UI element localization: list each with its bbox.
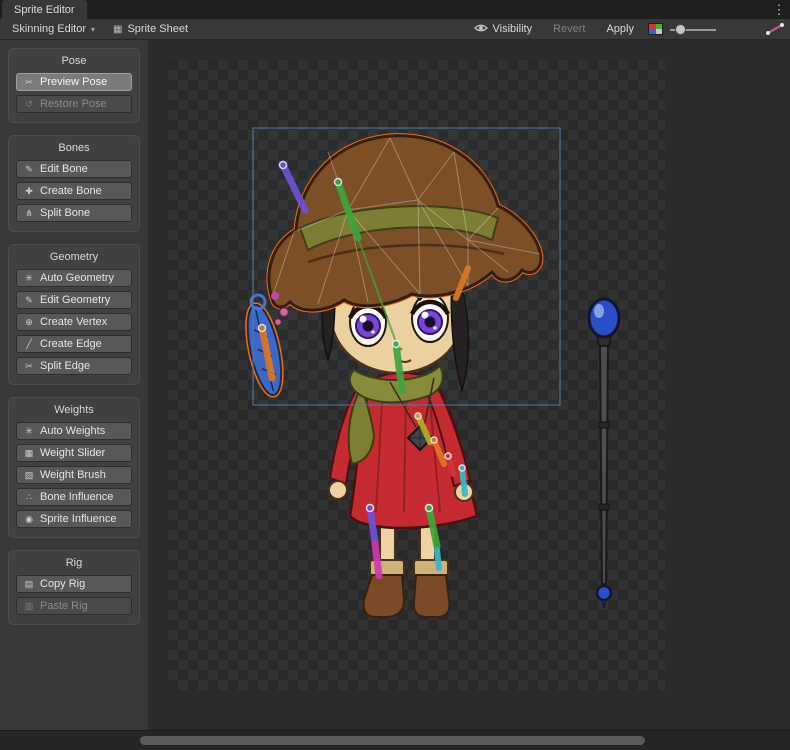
create-edge-icon: ╱ bbox=[23, 339, 35, 350]
restore-pose-label: Restore Pose bbox=[40, 98, 107, 110]
mode-dropdown-label: Skinning Editor bbox=[12, 23, 86, 35]
create-bone-icon: ✚ bbox=[23, 186, 35, 197]
preview-pose-icon: ✂ bbox=[23, 77, 35, 88]
preview-pose-label: Preview Pose bbox=[40, 76, 107, 88]
edit-geometry-icon: ✎ bbox=[23, 295, 35, 306]
split-bone-icon: ⋔ bbox=[23, 208, 35, 219]
horizontal-scrollbar-thumb[interactable] bbox=[140, 736, 645, 745]
auto-weights-button[interactable]: ✳ Auto Weights bbox=[16, 422, 132, 440]
apply-button[interactable]: Apply bbox=[599, 21, 641, 38]
bone-influence-icon: ∴ bbox=[23, 492, 35, 503]
split-edge-icon: ✂ bbox=[23, 361, 35, 372]
horizontal-scrollbar[interactable] bbox=[0, 730, 790, 750]
bones-panel-title: Bones bbox=[16, 141, 132, 156]
slider-knob[interactable] bbox=[675, 24, 686, 35]
toolbar: Skinning Editor ▾ ▦ Sprite Sheet Visibil… bbox=[0, 19, 790, 40]
weight-brush-button[interactable]: ▨ Weight Brush bbox=[16, 466, 132, 484]
chevron-down-icon: ▾ bbox=[91, 25, 95, 34]
split-edge-button[interactable]: ✂ Split Edge bbox=[16, 357, 132, 375]
split-bone-button[interactable]: ⋔ Split Bone bbox=[16, 204, 132, 222]
sprite-influence-label: Sprite Influence bbox=[40, 513, 116, 525]
split-bone-label: Split Bone bbox=[40, 207, 90, 219]
edit-bone-button[interactable]: ✎ Edit Bone bbox=[16, 160, 132, 178]
pose-panel-title: Pose bbox=[16, 54, 132, 69]
apply-label: Apply bbox=[606, 23, 634, 35]
create-bone-label: Create Bone bbox=[40, 185, 102, 197]
rig-panel: Rig ▤ Copy Rig ▥ Paste Rig bbox=[8, 550, 140, 625]
auto-geometry-button[interactable]: ✳ Auto Geometry bbox=[16, 269, 132, 287]
selection-box bbox=[253, 128, 560, 405]
sprite-sheet-icon: ▦ bbox=[113, 24, 122, 35]
bone-influence-label: Bone Influence bbox=[40, 491, 113, 503]
sprite-influence-icon: ◉ bbox=[23, 514, 35, 525]
create-bone-button[interactable]: ✚ Create Bone bbox=[16, 182, 132, 200]
sprite-canvas[interactable] bbox=[148, 40, 790, 730]
restore-pose-button[interactable]: ↺ Restore Pose bbox=[16, 95, 132, 113]
copy-rig-button[interactable]: ▤ Copy Rig bbox=[16, 575, 132, 593]
edit-geometry-button[interactable]: ✎ Edit Geometry bbox=[16, 291, 132, 309]
auto-weights-icon: ✳ bbox=[23, 426, 35, 437]
paste-rig-label: Paste Rig bbox=[40, 600, 88, 612]
scene-svg bbox=[168, 60, 665, 690]
create-vertex-icon: ⊕ bbox=[23, 317, 35, 328]
mode-dropdown[interactable]: Skinning Editor ▾ bbox=[5, 21, 102, 38]
create-vertex-button[interactable]: ⊕ Create Vertex bbox=[16, 313, 132, 331]
weight-slider-button[interactable]: ▦ Weight Slider bbox=[16, 444, 132, 462]
create-edge-button[interactable]: ╱ Create Edge bbox=[16, 335, 132, 353]
staff-sprite[interactable] bbox=[589, 299, 619, 608]
edit-geometry-label: Edit Geometry bbox=[40, 294, 110, 306]
weights-panel: Weights ✳ Auto Weights ▦ Weight Slider ▨… bbox=[8, 397, 140, 538]
eye-icon bbox=[474, 23, 488, 36]
create-vertex-label: Create Vertex bbox=[40, 316, 107, 328]
auto-weights-label: Auto Weights bbox=[40, 425, 105, 437]
paste-rig-button[interactable]: ▥ Paste Rig bbox=[16, 597, 132, 615]
tab-sprite-editor-label: Sprite Editor bbox=[14, 4, 75, 16]
copy-rig-icon: ▤ bbox=[23, 579, 35, 590]
rgb-channels-icon[interactable] bbox=[648, 23, 663, 35]
visibility-label: Visibility bbox=[493, 23, 533, 35]
weight-brush-label: Weight Brush bbox=[40, 469, 106, 481]
sprite-influence-button[interactable]: ◉ Sprite Influence bbox=[16, 510, 132, 528]
geometry-panel-title: Geometry bbox=[16, 250, 132, 265]
weight-brush-icon: ▨ bbox=[23, 470, 35, 481]
edit-bone-label: Edit Bone bbox=[40, 163, 88, 175]
toolbar-right-group: Visibility Revert Apply bbox=[467, 21, 785, 38]
revert-label: Revert bbox=[553, 23, 585, 35]
kebab-menu-icon[interactable]: ⋮ bbox=[768, 0, 790, 19]
sprite-editor-window: { "window": { "tab": "Sprite Editor", "k… bbox=[0, 0, 790, 750]
sprite-sheet-button[interactable]: ▦ Sprite Sheet bbox=[106, 21, 195, 38]
gradient-ramp-icon[interactable] bbox=[765, 22, 785, 36]
revert-button[interactable]: Revert bbox=[546, 21, 592, 38]
tab-sprite-editor[interactable]: Sprite Editor bbox=[2, 0, 87, 19]
edit-bone-icon: ✎ bbox=[23, 164, 35, 175]
weight-slider-label: Weight Slider bbox=[40, 447, 105, 459]
sprite-sheet-label: Sprite Sheet bbox=[127, 23, 188, 35]
split-edge-label: Split Edge bbox=[40, 360, 90, 372]
preview-pose-button[interactable]: ✂ Preview Pose bbox=[16, 73, 132, 91]
overlay-opacity-slider[interactable] bbox=[670, 22, 716, 37]
auto-geometry-icon: ✳ bbox=[23, 273, 35, 284]
paste-rig-icon: ▥ bbox=[23, 601, 35, 612]
pose-panel: Pose ✂ Preview Pose ↺ Restore Pose bbox=[8, 48, 140, 123]
bones-panel: Bones ✎ Edit Bone ✚ Create Bone ⋔ Split … bbox=[8, 135, 140, 232]
auto-geometry-label: Auto Geometry bbox=[40, 272, 114, 284]
restore-pose-icon: ↺ bbox=[23, 99, 35, 110]
bone-influence-button[interactable]: ∴ Bone Influence bbox=[16, 488, 132, 506]
weight-slider-icon: ▦ bbox=[23, 448, 35, 459]
visibility-button[interactable]: Visibility bbox=[467, 21, 540, 38]
geometry-panel: Geometry ✳ Auto Geometry ✎ Edit Geometry… bbox=[8, 244, 140, 385]
tool-sidebar: Pose ✂ Preview Pose ↺ Restore Pose Bones… bbox=[0, 40, 148, 730]
create-edge-label: Create Edge bbox=[40, 338, 102, 350]
window-tab-bar: Sprite Editor ⋮ bbox=[0, 0, 790, 19]
weights-panel-title: Weights bbox=[16, 403, 132, 418]
rig-panel-title: Rig bbox=[16, 556, 132, 571]
copy-rig-label: Copy Rig bbox=[40, 578, 85, 590]
